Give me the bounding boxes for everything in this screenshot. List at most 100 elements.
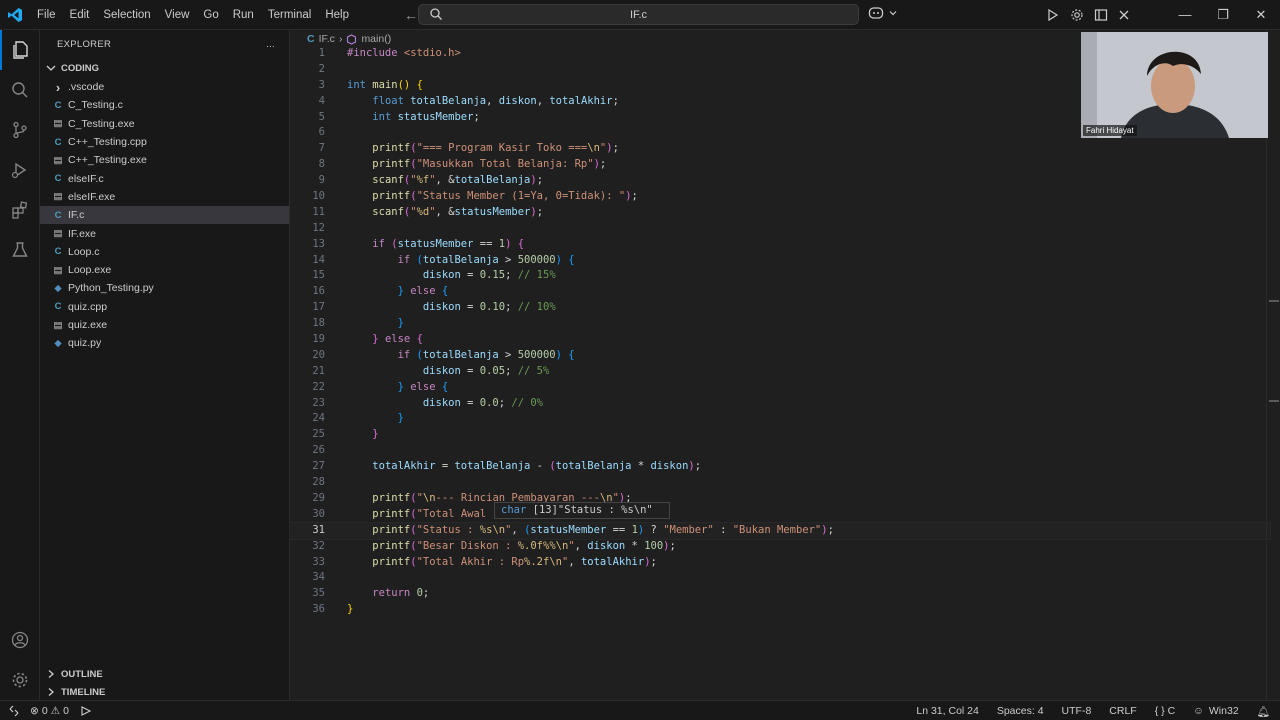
indentation[interactable]: Spaces: 4	[997, 705, 1044, 717]
close-editor-icon[interactable]	[1118, 9, 1130, 21]
file-tree-item[interactable]: C Loop.c	[40, 243, 289, 261]
file-name: C++_Testing.exe	[68, 154, 147, 167]
toggle-panel-icon[interactable]	[1094, 8, 1108, 22]
timeline-section[interactable]: TIMELINE	[40, 683, 290, 701]
code-token: =	[460, 364, 480, 377]
file-tree-item[interactable]: ▤ quiz.exe	[40, 316, 289, 334]
file-tree-item[interactable]: ▤ C_Testing.exe	[40, 115, 289, 133]
code-line[interactable]: 8 printf("Masukkan Total Belanja: Rp");	[290, 157, 1270, 173]
code-line[interactable]: 11 scanf("%d", &statusMember);	[290, 205, 1270, 221]
code-line[interactable]: 9 scanf("%f", &totalBelanja);	[290, 173, 1270, 189]
code-line[interactable]: 35 return 0;	[290, 586, 1270, 602]
file-tree-item[interactable]: ◆ quiz.py	[40, 334, 289, 352]
code-line[interactable]: 20 if (totalBelanja > 500000) {	[290, 348, 1270, 364]
workspace-folder[interactable]: CODING	[40, 58, 289, 78]
menu-run[interactable]: Run	[226, 0, 261, 30]
source-control-icon[interactable]	[0, 110, 40, 150]
code-line[interactable]: 23 diskon = 0.0; // 0%	[290, 396, 1270, 412]
file-name: .vscode	[68, 81, 105, 94]
timeline-label: TIMELINE	[61, 686, 106, 698]
platform-config[interactable]: ☺ Win32	[1193, 705, 1239, 717]
line-number: 26	[312, 444, 325, 457]
code-line[interactable]: 22 } else {	[290, 380, 1270, 396]
remote-icon[interactable]	[8, 705, 20, 717]
close-window-icon[interactable]: ✕	[1242, 0, 1280, 30]
run-and-debug-icon[interactable]	[0, 150, 40, 190]
menu-edit[interactable]: Edit	[63, 0, 97, 30]
command-center[interactable]: IF.c	[418, 4, 859, 25]
file-tree-item[interactable]: ◆ Python_Testing.py	[40, 279, 289, 297]
file-tree-item[interactable]: ▤ Loop.exe	[40, 261, 289, 279]
code-line[interactable]: 24 }	[290, 411, 1270, 427]
manage-gear-icon[interactable]	[0, 660, 40, 700]
code-line[interactable]: 18 }	[290, 316, 1270, 332]
maximize-icon[interactable]: ❐	[1204, 0, 1242, 30]
language-mode[interactable]: { } C	[1155, 705, 1175, 717]
code-line[interactable]: 33 printf("Total Akhir : Rp%.2f\n", tota…	[290, 555, 1270, 571]
search-icon[interactable]	[0, 70, 40, 110]
code-line[interactable]: 13 if (statusMember == 1) {	[290, 237, 1270, 253]
more-actions-icon[interactable]: ...	[266, 39, 275, 50]
file-tree-item[interactable]: CelseIF.c	[40, 169, 289, 187]
code-line[interactable]: 16 } else {	[290, 284, 1270, 300]
code-line[interactable]: 27 totalAkhir = totalBelanja - (totalBel…	[290, 459, 1270, 475]
minimize-icon[interactable]: —	[1166, 0, 1204, 30]
file-tree-item[interactable]: C C++_Testing.cpp	[40, 133, 289, 151]
code-token: ==	[473, 237, 499, 250]
menu-view[interactable]: View	[158, 0, 197, 30]
menu-selection[interactable]: Selection	[96, 0, 157, 30]
notifications-bell-icon[interactable]: 🔔︎	[1257, 705, 1270, 718]
breadcrumb-file[interactable]: IF.c	[319, 33, 335, 45]
testing-flask-icon[interactable]	[0, 230, 40, 270]
code-token: ;	[612, 94, 619, 107]
code-line[interactable]: 29 printf("\n--- Rincian Pembayaran ---\…	[290, 491, 1270, 507]
explorer-icon[interactable]	[0, 30, 40, 70]
file-tree-item[interactable]: › .vscode	[40, 78, 289, 96]
code-line[interactable]: 34	[290, 570, 1270, 586]
code-line[interactable]: 10 printf("Status Member (1=Ya, 0=Tidak)…	[290, 189, 1270, 205]
editor-scrollbar[interactable]	[1266, 30, 1280, 700]
debug-launch-icon[interactable]	[79, 705, 93, 717]
settings-gear-icon[interactable]	[1070, 8, 1084, 22]
run-debug-icon[interactable]	[1046, 8, 1060, 22]
code-token: #include	[347, 47, 404, 59]
code-token: else	[384, 333, 411, 346]
code-line[interactable]: 7 printf("=== Program Kasir Toko ===\n")…	[290, 141, 1270, 157]
code-line[interactable]: 36}	[290, 602, 1270, 618]
file-tree-item[interactable]: Cquiz.cpp	[40, 298, 289, 316]
code-line[interactable]: 21 diskon = 0.05; // 5%	[290, 364, 1270, 380]
back-arrow-icon[interactable]: ←	[404, 7, 418, 23]
copilot-button[interactable]	[868, 6, 898, 20]
extensions-icon[interactable]	[0, 190, 40, 230]
code-line[interactable]: 19 } else {	[290, 332, 1270, 348]
code-line[interactable]: 28	[290, 475, 1270, 491]
file-tree-item[interactable]: C IF.c	[40, 206, 289, 225]
code-line[interactable]: 25 }	[290, 427, 1270, 443]
menu-go[interactable]: Go	[196, 0, 225, 30]
code-line[interactable]: 30 printf("Total Awal	[290, 507, 1270, 523]
code-token: ,	[574, 539, 588, 552]
code-line[interactable]: 26	[290, 443, 1270, 459]
code-token: 0.05	[479, 364, 506, 377]
file-tree-item[interactable]: C C_Testing.c	[40, 96, 289, 114]
file-tree-item[interactable]: ▤ elseIF.exe	[40, 188, 289, 206]
outline-section[interactable]: OUTLINE	[40, 665, 290, 683]
menu-terminal[interactable]: Terminal	[261, 0, 318, 30]
problems-indicator[interactable]: ⊗ 0 ⚠ 0	[30, 705, 69, 717]
menu-help[interactable]: Help	[318, 0, 356, 30]
cursor-position[interactable]: Ln 31, Col 24	[916, 705, 978, 717]
file-tree-item[interactable]: ▤ IF.exe	[40, 224, 289, 242]
code-line[interactable]: 15 diskon = 0.15; // 15%	[290, 268, 1270, 284]
end-of-line[interactable]: CRLF	[1109, 705, 1136, 717]
file-tree-item[interactable]: ▤ C++_Testing.exe	[40, 151, 289, 169]
code-line[interactable]: 14 if (totalBelanja > 500000) {	[290, 253, 1270, 269]
code-line[interactable]: 31 printf("Status : %s\n", (statusMember…	[289, 521, 1271, 540]
account-icon[interactable]	[0, 620, 40, 660]
code-line[interactable]: 17 diskon = 0.10; // 10%	[290, 300, 1270, 316]
menu-file[interactable]: File	[30, 0, 63, 30]
code-line[interactable]: 12	[290, 221, 1270, 237]
code-line[interactable]: 32 printf("Besar Diskon : %.0f%%\n", dis…	[290, 539, 1270, 555]
encoding[interactable]: UTF-8	[1062, 705, 1092, 717]
breadcrumb-symbol[interactable]: main()	[361, 33, 391, 45]
